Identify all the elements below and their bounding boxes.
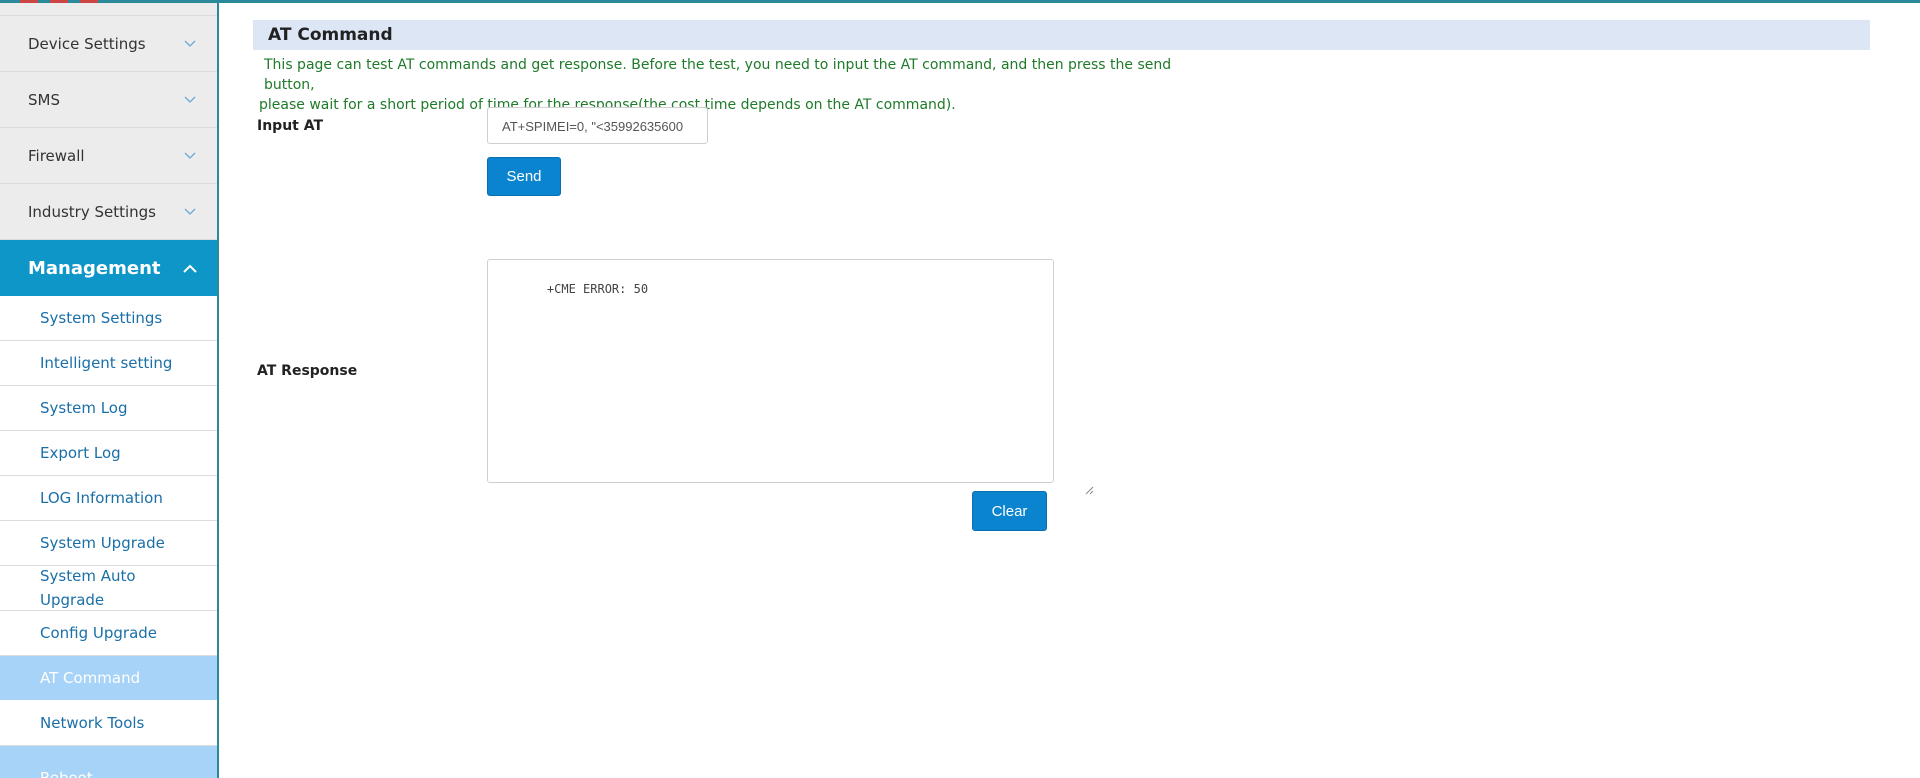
sidebar-item-config-upgrade[interactable]: Config Upgrade [0, 611, 217, 656]
chevron-down-icon [183, 93, 197, 107]
sidebar-group-partial [0, 3, 217, 16]
main-content: AT Command This page can test AT command… [221, 3, 1920, 778]
sidebar: Device Settings SMS Firewall Industry Se… [0, 3, 219, 778]
at-response-value: +CME ERROR: 50 [546, 282, 649, 296]
chevron-down-icon [183, 37, 197, 51]
clear-button[interactable]: Clear [972, 491, 1047, 531]
sidebar-group-sms[interactable]: SMS [0, 72, 217, 128]
description-line-2: please wait for a short period of time f… [259, 97, 956, 113]
sidebar-item-export-log[interactable]: Export Log [0, 431, 217, 476]
sidebar-group-label: Industry Settings [28, 202, 156, 221]
sidebar-group-label: SMS [28, 90, 60, 109]
sidebar-item-reboot[interactable]: Reboot [0, 746, 217, 778]
send-button[interactable]: Send [487, 157, 561, 196]
sidebar-item-network-tools[interactable]: Network Tools [0, 701, 217, 746]
sidebar-item-label: System Auto Upgrade [40, 567, 136, 609]
at-command-input[interactable]: AT+SPIMEI=0, "<35992635600 [487, 107, 708, 144]
resize-grip-icon[interactable] [1041, 470, 1094, 495]
sidebar-item-system-upgrade[interactable]: System Upgrade [0, 521, 217, 566]
at-response-textarea[interactable]: +CME ERROR: 50 [487, 259, 1094, 495]
input-at-label: Input AT [257, 118, 324, 134]
sidebar-item-intelligent-setting[interactable]: Intelligent setting [0, 341, 217, 386]
sidebar-group-firewall[interactable]: Firewall [0, 128, 217, 184]
sidebar-group-label: Management [28, 257, 161, 279]
at-command-input-value: AT+SPIMEI=0, "<35992635600 [502, 119, 684, 134]
chevron-up-icon [183, 261, 197, 275]
sidebar-item-system-settings[interactable]: System Settings [0, 296, 217, 341]
at-response-label: AT Response [257, 363, 358, 379]
sidebar-group-industry-settings[interactable]: Industry Settings [0, 184, 217, 240]
sidebar-group-device-settings[interactable]: Device Settings [0, 16, 217, 72]
chevron-down-icon [183, 205, 197, 219]
sidebar-item-log-information[interactable]: LOG Information [0, 476, 217, 521]
sidebar-group-label: Device Settings [28, 34, 146, 53]
sidebar-item-at-command[interactable]: AT Command [0, 656, 217, 701]
chevron-down-icon [183, 149, 197, 163]
sidebar-item-system-auto-upgrade[interactable]: System Auto Upgrade [0, 566, 217, 611]
sidebar-group-management[interactable]: Management [0, 240, 217, 296]
sidebar-item-system-log[interactable]: System Log [0, 386, 217, 431]
page-title: AT Command [253, 20, 1870, 50]
description-line-1: This page can test AT commands and get r… [264, 57, 1172, 93]
sidebar-group-label: Firewall [28, 146, 85, 165]
page-description: This page can test AT commands and get r… [259, 55, 1219, 115]
